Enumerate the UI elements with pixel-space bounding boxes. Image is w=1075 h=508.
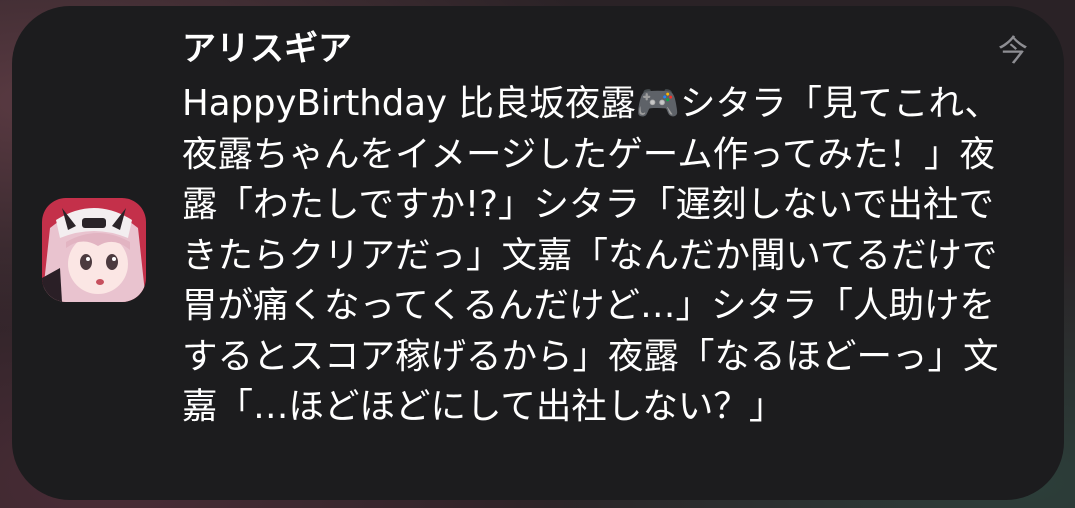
timestamp: 今 [998,34,1028,69]
app-icon [42,198,146,302]
notification-message: HappyBirthday 比良坂夜露🎮シタラ「見てこれ、夜露ちゃんをイメージし… [182,83,1000,427]
notification-banner[interactable]: アリスギア 今 HappyBirthday 比良坂夜露🎮シタラ「見てこれ、夜露ち… [12,6,1064,500]
app-name: アリスギア [182,29,352,69]
